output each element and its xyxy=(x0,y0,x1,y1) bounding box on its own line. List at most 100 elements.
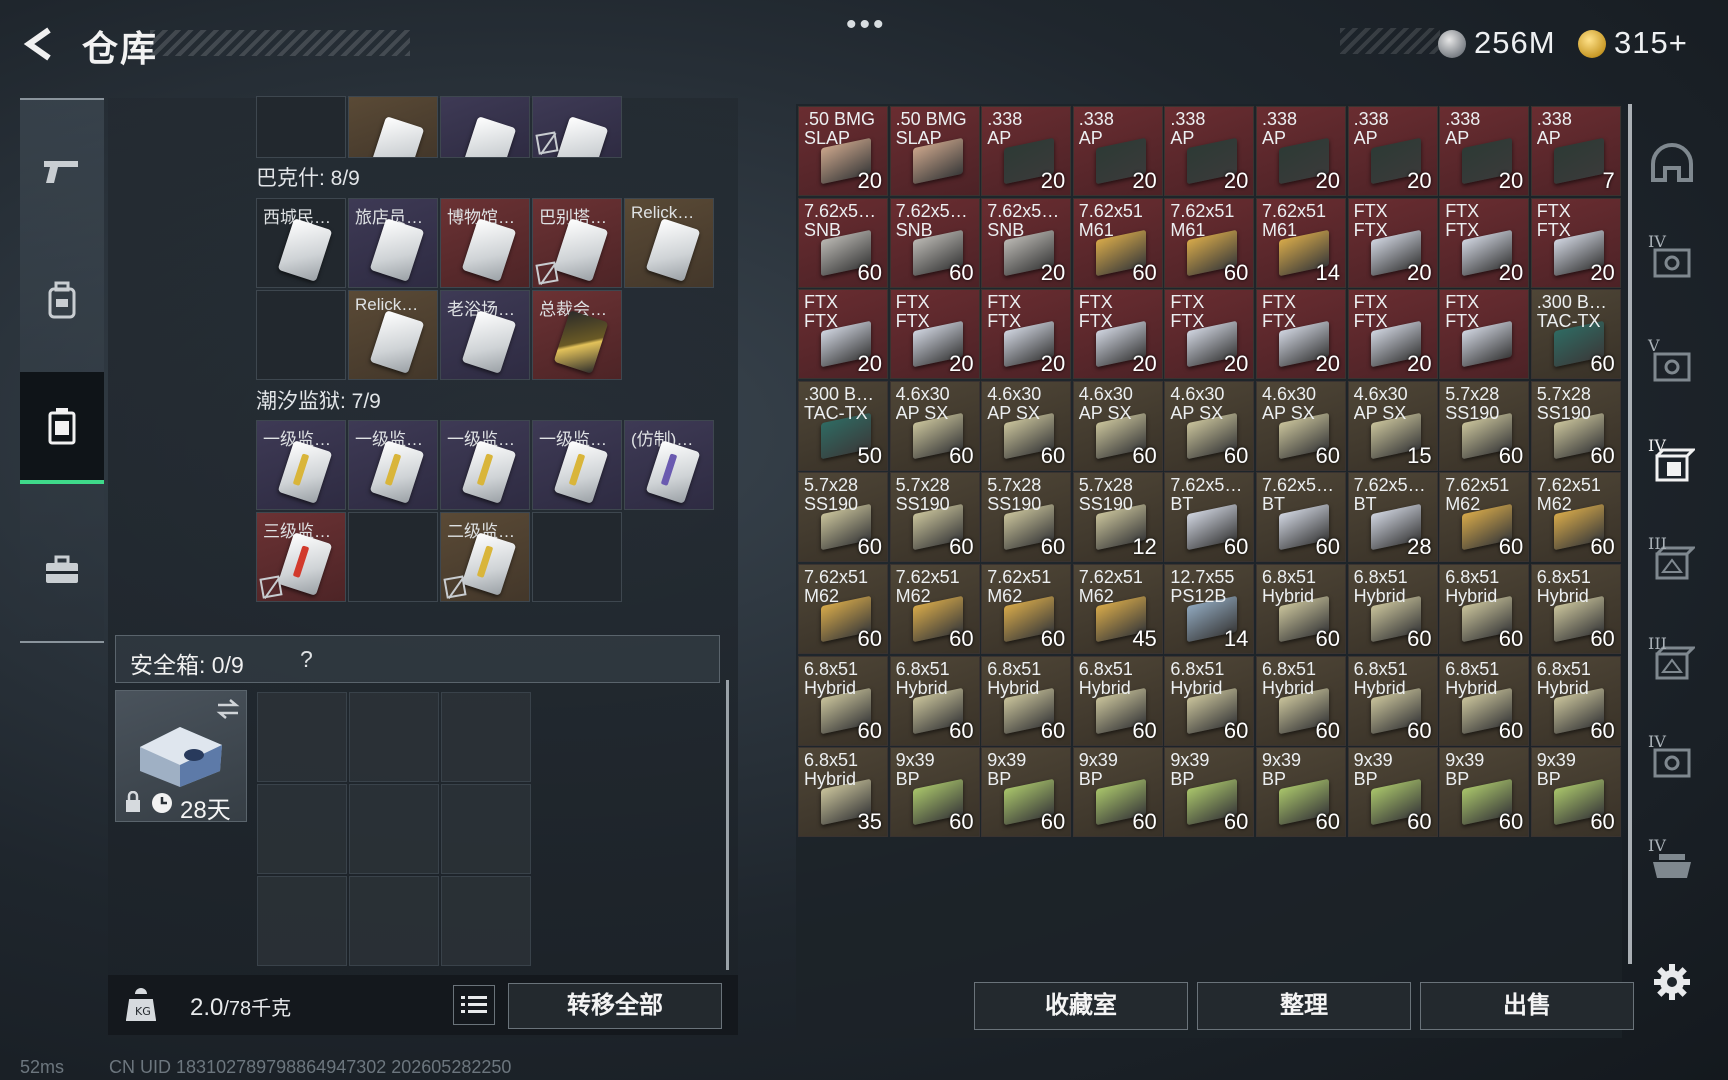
container-cell[interactable]: 博物馆… xyxy=(440,198,530,288)
ammo-item[interactable]: 6.8x51 Hybrid 60 xyxy=(1347,564,1438,654)
ammo-item[interactable]: 9x39 BP 60 xyxy=(1530,747,1621,838)
container-cell[interactable]: 三级监… xyxy=(256,512,346,602)
ammo-item[interactable]: .50 BMG SLAP 20 xyxy=(798,106,888,196)
filter-helmet-tab[interactable] xyxy=(1632,114,1712,214)
ammo-item[interactable]: 4.6x30 AP SX 60 xyxy=(1256,380,1346,471)
rail-weapons-tab[interactable] xyxy=(20,120,104,220)
ammo-item[interactable]: 7.62x5… BT 28 xyxy=(1347,472,1438,563)
filter-ammo-box-tab[interactable]: IV xyxy=(1632,416,1712,516)
ammo-item[interactable]: 7.62x51 M62 60 xyxy=(981,564,1072,654)
ammo-item[interactable]: 5.7x28 SS190 60 xyxy=(981,472,1072,563)
container-cell[interactable]: 二级监… xyxy=(440,512,530,602)
ammo-item[interactable]: 6.8x51 Hybrid 60 xyxy=(1347,655,1438,746)
container-cell[interactable] xyxy=(256,290,346,380)
ammo-item[interactable]: .338 AP 7 xyxy=(1530,106,1621,196)
gold-currency-amount[interactable]: 315+ xyxy=(1614,25,1688,61)
ammo-item[interactable]: 6.8x51 Hybrid 60 xyxy=(1256,564,1346,654)
ammo-item[interactable]: 9x39 BP 60 xyxy=(1072,747,1163,838)
container-cell[interactable]: 老浴场… xyxy=(440,290,530,380)
ammo-item[interactable]: 6.8x51 Hybrid 60 xyxy=(889,655,980,746)
ammo-item[interactable]: 7.62x5… SNB 60 xyxy=(798,197,888,288)
safebox-empty-slot[interactable] xyxy=(257,784,347,874)
ammo-item[interactable]: 6.8x51 Hybrid 60 xyxy=(798,655,888,746)
rail-toolbox-tab[interactable] xyxy=(20,520,104,620)
ammo-item[interactable]: 4.6x30 AP SX 60 xyxy=(1164,380,1255,471)
ammo-item[interactable]: .338 AP 20 xyxy=(981,106,1072,196)
ammo-item[interactable]: 6.8x51 Hybrid 60 xyxy=(1164,655,1255,746)
ammo-item[interactable]: 7.62x5… SNB 20 xyxy=(981,197,1072,288)
container-cell[interactable] xyxy=(348,96,438,158)
rail-containers-tab[interactable] xyxy=(20,372,104,484)
ammo-item[interactable]: 6.8x51 Hybrid 60 xyxy=(1072,655,1163,746)
collection-room-button[interactable]: 收藏室 xyxy=(974,982,1188,1030)
ammo-item[interactable]: 4.6x30 AP SX 15 xyxy=(1347,380,1438,471)
container-cell[interactable]: 一级监… xyxy=(532,420,622,510)
container-cell[interactable]: Relick… xyxy=(348,290,438,380)
filter-armor-tab[interactable]: IV xyxy=(1632,712,1712,812)
ammo-item[interactable]: 7.62x51 M62 60 xyxy=(889,564,980,654)
ammo-item[interactable]: FTX FTX 20 xyxy=(1530,197,1621,288)
ammo-item[interactable]: .300 B… TAC-TX 60 xyxy=(1530,289,1621,380)
filter-ammo-box-tab[interactable]: III xyxy=(1632,514,1712,614)
ammo-item[interactable]: .50 BMG SLAP xyxy=(889,106,980,196)
ammo-item[interactable]: FTX FTX 20 xyxy=(1164,289,1255,380)
ammo-item[interactable]: 9x39 BP 60 xyxy=(1347,747,1438,838)
safebox-empty-slot[interactable] xyxy=(441,784,531,874)
ammo-item[interactable]: 6.8x51 Hybrid 60 xyxy=(1530,655,1621,746)
back-button[interactable] xyxy=(18,22,60,66)
ammo-item[interactable]: FTX FTX 20 xyxy=(1347,289,1438,380)
left-scrollbar[interactable] xyxy=(726,680,729,970)
ammo-item[interactable]: 4.6x30 AP SX 60 xyxy=(981,380,1072,471)
ammo-item[interactable]: 7.62x5… BT 60 xyxy=(1164,472,1255,563)
ammo-item[interactable]: 6.8x51 Hybrid 35 xyxy=(798,747,888,838)
safebox-empty-slot[interactable] xyxy=(349,876,439,966)
container-cell[interactable] xyxy=(532,96,622,158)
sort-button[interactable]: 整理 xyxy=(1197,982,1411,1030)
container-cell[interactable] xyxy=(256,96,346,158)
ammo-item[interactable]: 12.7x55 PS12B 14 xyxy=(1164,564,1255,654)
ammo-item[interactable]: 4.6x30 AP SX 60 xyxy=(889,380,980,471)
ammo-item[interactable]: 6.8x51 Hybrid 60 xyxy=(981,655,1072,746)
transfer-all-button[interactable]: 转移全部 xyxy=(508,983,722,1029)
ammo-item[interactable]: 7.62x51 M62 45 xyxy=(1072,564,1163,654)
ammo-item[interactable]: 5.7x28 SS190 60 xyxy=(1530,380,1621,471)
ammo-item[interactable]: 7.62x51 M62 60 xyxy=(798,564,888,654)
ammo-item[interactable]: 6.8x51 Hybrid 60 xyxy=(1530,564,1621,654)
ammo-item[interactable]: 6.8x51 Hybrid 60 xyxy=(1439,564,1530,654)
help-button[interactable]: ? xyxy=(300,646,313,673)
container-cell[interactable]: 一级监… xyxy=(440,420,530,510)
ammo-item[interactable]: 5.7x28 SS190 60 xyxy=(889,472,980,563)
ammo-item[interactable]: .338 AP 20 xyxy=(1072,106,1163,196)
container-cell[interactable]: Relick… xyxy=(624,198,714,288)
filter-ammo-box-tab[interactable]: III xyxy=(1632,614,1712,714)
ammo-item[interactable]: 7.62x5… SNB 60 xyxy=(889,197,980,288)
ammo-item[interactable]: 4.6x30 AP SX 60 xyxy=(1072,380,1163,471)
ammo-item[interactable]: FTX FTX 20 xyxy=(1347,197,1438,288)
ammo-item[interactable]: 7.62x51 M61 60 xyxy=(1164,197,1255,288)
ammo-item[interactable]: 9x39 BP 60 xyxy=(1164,747,1255,838)
ammo-item[interactable]: .338 AP 20 xyxy=(1256,106,1346,196)
ammo-item[interactable]: 5.7x28 SS190 12 xyxy=(1072,472,1163,563)
container-cell[interactable]: 一级监… xyxy=(348,420,438,510)
ammo-item[interactable]: .338 AP 20 xyxy=(1347,106,1438,196)
ammo-item[interactable]: 6.8x51 Hybrid 60 xyxy=(1256,655,1346,746)
container-cell[interactable]: 旅店员… xyxy=(348,198,438,288)
ammo-item[interactable]: FTX FTX 20 xyxy=(981,289,1072,380)
ammo-item[interactable]: .300 B… TAC-TX 50 xyxy=(798,380,888,471)
ammo-item[interactable]: 7.62x5… BT 60 xyxy=(1256,472,1346,563)
ammo-item[interactable]: 9x39 BP 60 xyxy=(889,747,980,838)
filter-rig-tab[interactable]: IV xyxy=(1632,816,1712,916)
filter-armor-tab[interactable]: IV xyxy=(1632,212,1712,312)
container-cell[interactable] xyxy=(440,96,530,158)
more-menu-button[interactable]: ••• xyxy=(846,8,887,42)
ammo-item[interactable]: FTX FTX 20 xyxy=(798,289,888,380)
ammo-item[interactable]: 7.62x51 M62 60 xyxy=(1530,472,1621,563)
container-cell[interactable] xyxy=(532,512,622,602)
ammo-item[interactable]: 6.8x51 Hybrid 60 xyxy=(1439,655,1530,746)
ammo-item[interactable]: 7.62x51 M62 60 xyxy=(1439,472,1530,563)
safebox-empty-slot[interactable] xyxy=(441,876,531,966)
list-view-button[interactable] xyxy=(453,985,495,1025)
rail-gear-tab[interactable] xyxy=(20,250,104,350)
ammo-item[interactable]: .338 AP 20 xyxy=(1164,106,1255,196)
container-cell[interactable]: 总裁会… xyxy=(532,290,622,380)
